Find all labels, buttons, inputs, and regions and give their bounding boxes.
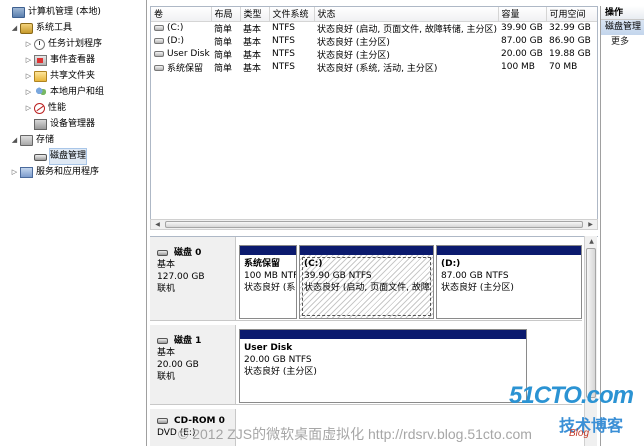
table-row[interactable]: 系统保留 简单 基本 NTFS 状态良好 (系统, 活动, 主分区) 100 M… xyxy=(151,61,597,74)
volume-icon xyxy=(154,50,164,57)
tree-item-shared-folders[interactable]: ▷ 共享文件夹 xyxy=(24,69,95,84)
horizontal-scrollbar[interactable]: ◀ ▶ xyxy=(150,219,598,230)
actions-section-disk-management[interactable]: 磁盘管理 xyxy=(601,20,644,35)
collapse-triangle-icon[interactable]: ▷ xyxy=(24,85,33,100)
collapse-triangle-icon[interactable]: ▷ xyxy=(24,37,33,52)
services-icon xyxy=(20,167,33,178)
table-row[interactable]: (D:) 简单 基本 NTFS 状态良好 (主分区) 87.00 GB 86.9… xyxy=(151,35,597,48)
column-header-volume[interactable]: 卷 xyxy=(151,7,212,22)
column-header-status[interactable]: 状态 xyxy=(314,7,499,22)
tree-item-device-manager[interactable]: 设备管理器 xyxy=(24,117,95,132)
actions-pane: 操作 磁盘管理 更多 xyxy=(600,6,644,446)
device-manager-icon xyxy=(34,119,47,130)
tree-item-performance[interactable]: ▷ 性能 xyxy=(24,101,66,116)
tree-item-disk-management[interactable]: 磁盘管理 xyxy=(24,148,88,165)
volume-list: 卷 布局 类型 文件系统 状态 容量 可用空间 (C:) 简单 基本 NTFS … xyxy=(150,6,598,230)
disk-0-info[interactable]: 磁盘 0 基本 127.00 GB 联机 xyxy=(150,237,236,320)
disk-icon xyxy=(157,250,168,256)
collapse-triangle-icon[interactable]: ▷ xyxy=(24,69,33,84)
expand-triangle-icon[interactable]: ◢ xyxy=(10,133,19,148)
collapse-triangle-icon[interactable]: ▷ xyxy=(24,53,33,68)
partition-system-reserved[interactable]: 系统保留 100 MB NTFS 状态良好 (系 xyxy=(239,245,297,319)
tools-icon xyxy=(20,23,33,34)
column-header-type[interactable]: 类型 xyxy=(240,7,270,22)
volume-list-header: 卷 布局 类型 文件系统 状态 容量 可用空间 xyxy=(151,7,597,22)
partition-user-disk[interactable]: User Disk 20.00 GB NTFS 状态良好 (主分区) xyxy=(239,329,527,403)
tree-item-event-viewer[interactable]: ▷ 事件查看器 xyxy=(24,53,95,68)
column-header-free-space[interactable]: 可用空间 xyxy=(546,7,597,22)
scroll-right-icon[interactable]: ▶ xyxy=(585,220,596,229)
tree-item-computer-management[interactable]: 计算机管理 (本地) xyxy=(2,5,101,20)
computer-management-icon xyxy=(12,7,25,18)
scroll-up-icon[interactable]: ▲ xyxy=(585,236,598,247)
scroll-left-icon[interactable]: ◀ xyxy=(152,220,163,229)
disk-1-info[interactable]: 磁盘 1 基本 20.00 GB 联机 xyxy=(150,325,236,404)
partition-d-drive[interactable]: (D:) 87.00 GB NTFS 状态良好 (主分区) xyxy=(436,245,582,319)
column-header-layout[interactable]: 布局 xyxy=(211,7,241,22)
collapse-triangle-icon[interactable]: ▷ xyxy=(24,101,33,116)
column-header-capacity[interactable]: 容量 xyxy=(498,7,547,22)
watermark-text: © 2012 ZJS的微软桌面虚拟化 http://rdsrv.blog.51c… xyxy=(178,426,532,442)
storage-icon xyxy=(20,135,33,146)
volume-icon xyxy=(154,37,164,44)
volume-icon xyxy=(154,65,164,71)
event-viewer-icon xyxy=(34,55,47,66)
tree-item-services[interactable]: ▷ 服务和应用程序 xyxy=(10,165,99,180)
cdrom-icon xyxy=(157,418,168,424)
scrollbar-thumb[interactable] xyxy=(586,248,596,398)
table-row[interactable]: (C:) 简单 基本 NTFS 状态良好 (启动, 页面文件, 故障转储, 主分… xyxy=(151,21,597,35)
disk-0-row[interactable]: 磁盘 0 基本 127.00 GB 联机 系统保留 100 MB NTFS 状态… xyxy=(150,237,582,321)
site-logo: 51CTO.com 技术博客 Blog xyxy=(509,382,634,439)
table-row[interactable]: User Disk 简单 基本 NTFS 状态良好 (主分区) 20.00 GB… xyxy=(151,48,597,61)
performance-icon xyxy=(34,103,45,114)
partition-c-drive[interactable]: (C:) 39.90 GB NTFS 状态良好 (启动, 页面文件, 故障 xyxy=(299,245,434,319)
actions-more-item[interactable]: 更多 xyxy=(601,35,644,50)
disk-icon xyxy=(34,154,47,161)
scrollbar-thumb[interactable] xyxy=(165,221,583,228)
column-header-filesystem[interactable]: 文件系统 xyxy=(269,7,315,22)
tree-item-storage[interactable]: ◢ 存储 xyxy=(10,133,54,148)
volume-icon xyxy=(154,24,164,31)
tree-item-local-users[interactable]: ▷ 本地用户和组 xyxy=(24,85,104,100)
tree-item-system-tools[interactable]: ◢ 系统工具 xyxy=(10,21,72,36)
console-tree: 计算机管理 (本地) ◢ 系统工具 ▷ 任务计划程序 ▷ 事件查看器 ▷ 共享文… xyxy=(0,0,147,446)
users-icon xyxy=(34,87,47,98)
actions-header: 操作 xyxy=(601,6,644,20)
collapse-triangle-icon[interactable]: ▷ xyxy=(10,165,19,180)
folder-icon xyxy=(34,71,47,82)
expand-triangle-icon[interactable]: ◢ xyxy=(10,21,19,36)
clock-icon xyxy=(34,39,45,50)
disk-icon xyxy=(157,338,168,344)
tree-item-task-scheduler[interactable]: ▷ 任务计划程序 xyxy=(24,37,102,52)
